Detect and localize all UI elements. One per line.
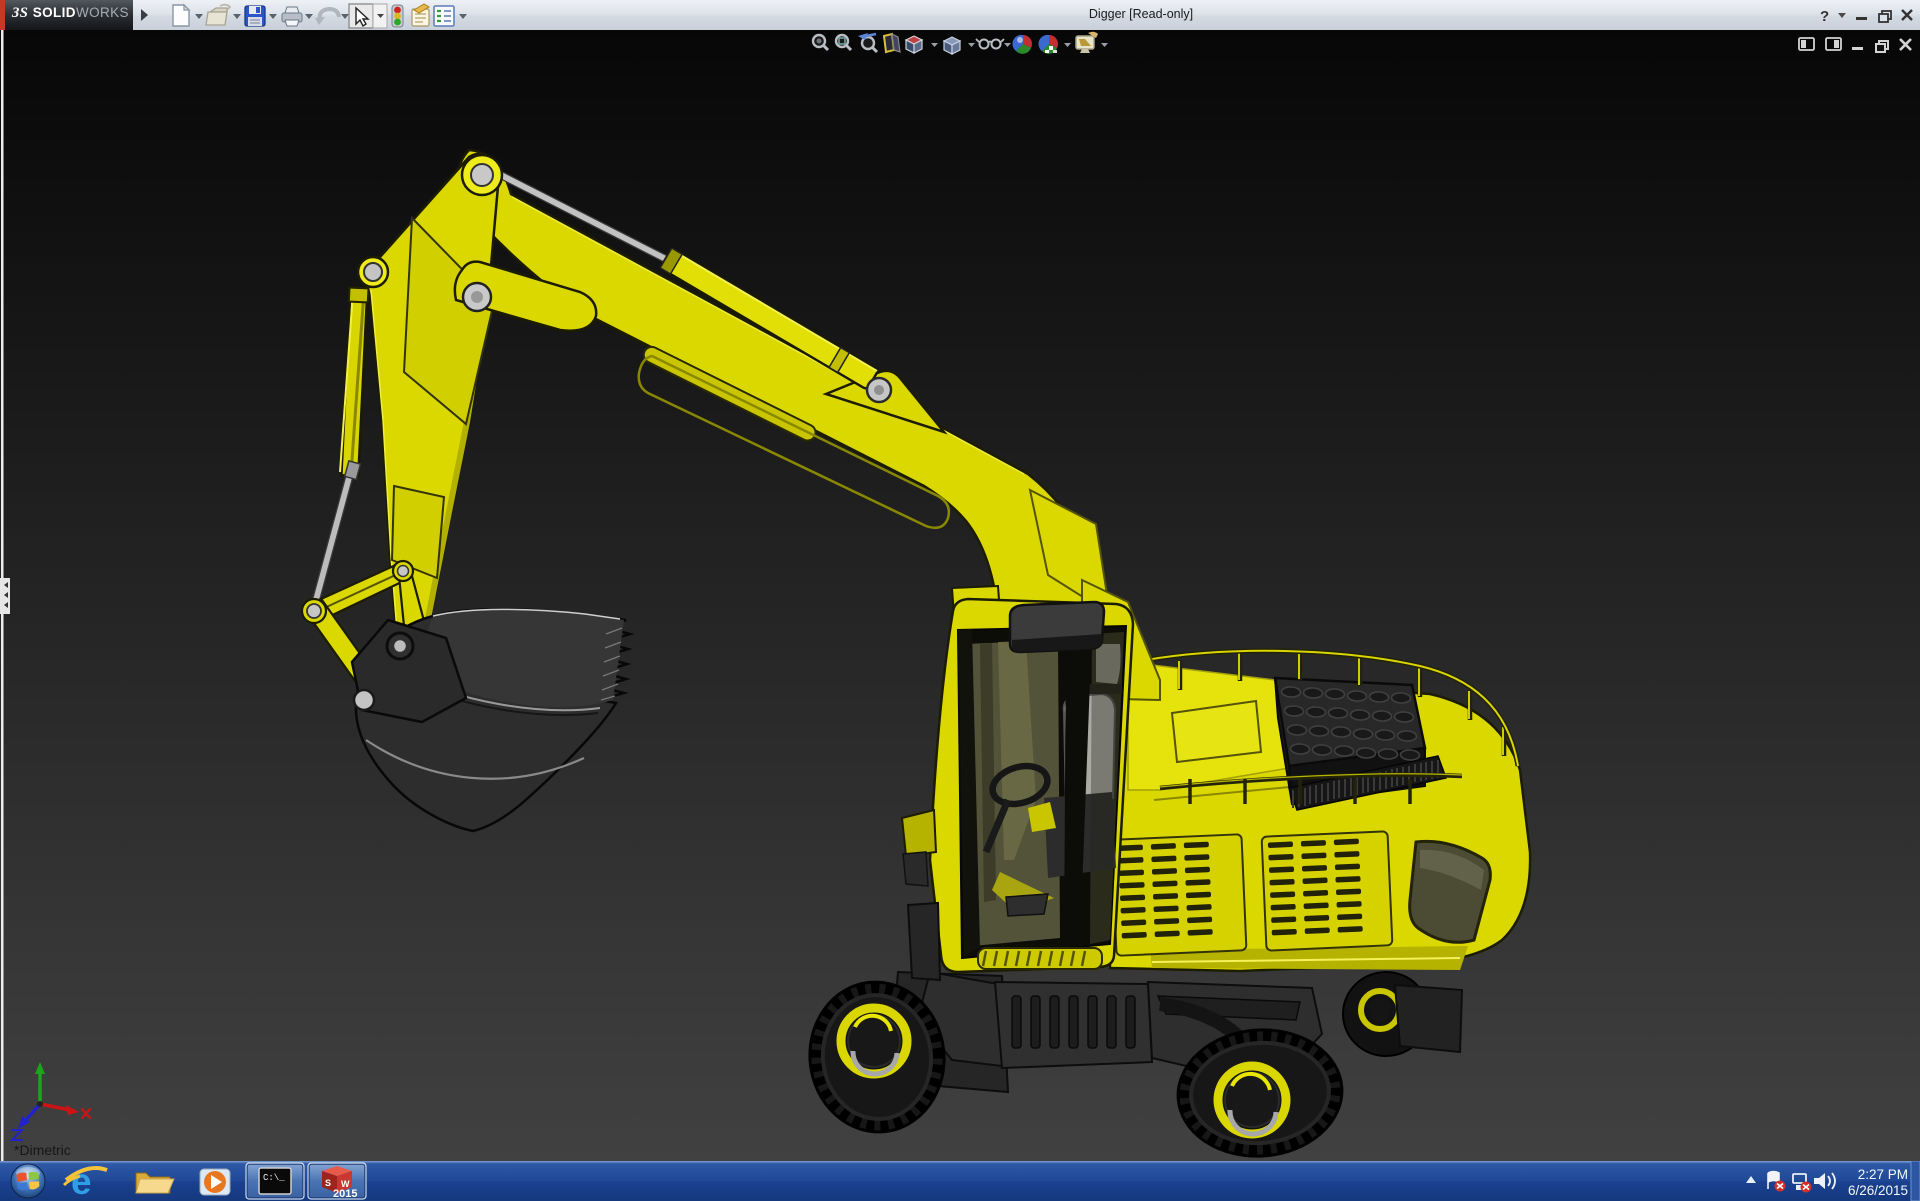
svg-text:S: S bbox=[325, 1178, 331, 1188]
svg-text:2:27 PM: 2:27 PM bbox=[1858, 1167, 1908, 1182]
svg-text:6/26/2015: 6/26/2015 bbox=[1848, 1183, 1908, 1198]
svg-text:C:\_: C:\_ bbox=[263, 1173, 285, 1183]
svg-text:2015: 2015 bbox=[333, 1188, 357, 1200]
